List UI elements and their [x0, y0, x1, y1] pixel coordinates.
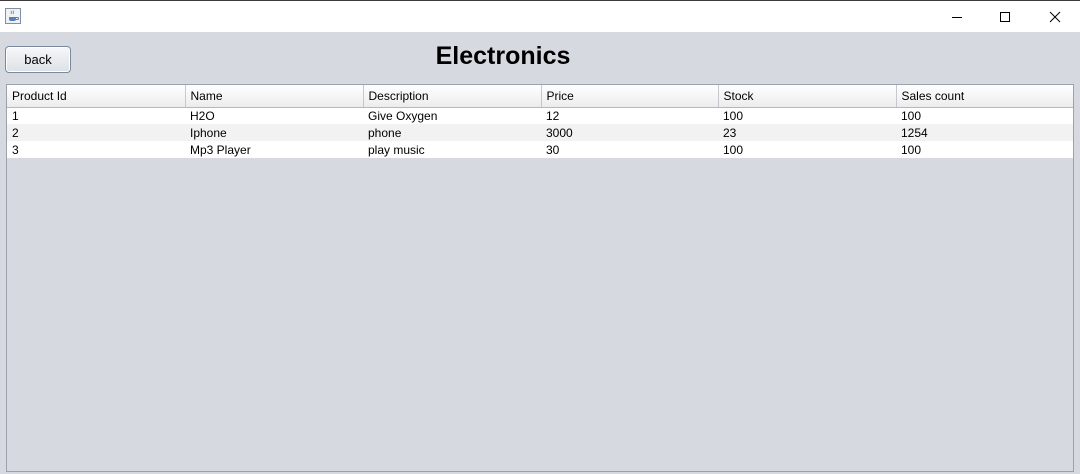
table-cell[interactable]: Mp3 Player — [185, 141, 363, 158]
minimize-button[interactable] — [934, 1, 980, 32]
table-cell[interactable]: 100 — [718, 141, 896, 158]
table-cell[interactable]: 2 — [7, 124, 185, 141]
table-cell[interactable]: Iphone — [185, 124, 363, 141]
table-cell[interactable]: play music — [363, 141, 541, 158]
java-coffee-cup-icon[interactable] — [5, 8, 21, 24]
products-table-scrollpane[interactable]: Product Id Name Description Price Stock … — [6, 84, 1074, 472]
table-cell[interactable]: 100 — [896, 141, 1073, 158]
table-cell[interactable]: 23 — [718, 124, 896, 141]
application-window: back Electronics Product Id Name Descrip… — [0, 0, 1080, 474]
column-header-price[interactable]: Price — [541, 85, 719, 108]
page-title: Electronics — [435, 42, 571, 70]
table-cell[interactable]: 1 — [7, 107, 185, 124]
table-cell[interactable]: 12 — [541, 107, 718, 124]
table-row[interactable]: 3 Mp3 Player play music 30 100 100 — [7, 141, 1073, 158]
table-cell[interactable]: 30 — [541, 141, 718, 158]
table-cell[interactable]: H2O — [185, 107, 363, 124]
close-icon — [1049, 11, 1061, 22]
table-cell[interactable]: 3000 — [541, 124, 718, 141]
table-row[interactable]: 2 Iphone phone 3000 23 1254 — [7, 124, 1073, 141]
table-cell[interactable]: 100 — [896, 107, 1073, 124]
column-header-stock[interactable]: Stock — [718, 85, 897, 108]
minimize-icon — [952, 16, 962, 18]
table-cell[interactable]: phone — [363, 124, 541, 141]
maximize-button[interactable] — [982, 1, 1028, 32]
products-table[interactable]: Product Id Name Description Price Stock … — [7, 85, 1073, 158]
column-header-name[interactable]: Name — [185, 85, 364, 108]
column-header-sales-count[interactable]: Sales count — [896, 85, 1073, 108]
table-cell[interactable]: 100 — [718, 107, 896, 124]
table-cell[interactable]: 3 — [7, 141, 185, 158]
column-header-description[interactable]: Description — [363, 85, 542, 108]
table-header-row: Product Id Name Description Price Stock … — [7, 85, 1073, 108]
table-cell[interactable]: Give Oxygen — [363, 107, 541, 124]
table-row[interactable]: 1 H2O Give Oxygen 12 100 100 — [7, 107, 1073, 124]
maximize-icon — [1000, 11, 1010, 22]
close-button[interactable] — [1032, 1, 1078, 32]
column-header-product-id[interactable]: Product Id — [7, 85, 186, 108]
title-bar[interactable] — [0, 0, 1080, 32]
table-cell[interactable]: 1254 — [896, 124, 1073, 141]
